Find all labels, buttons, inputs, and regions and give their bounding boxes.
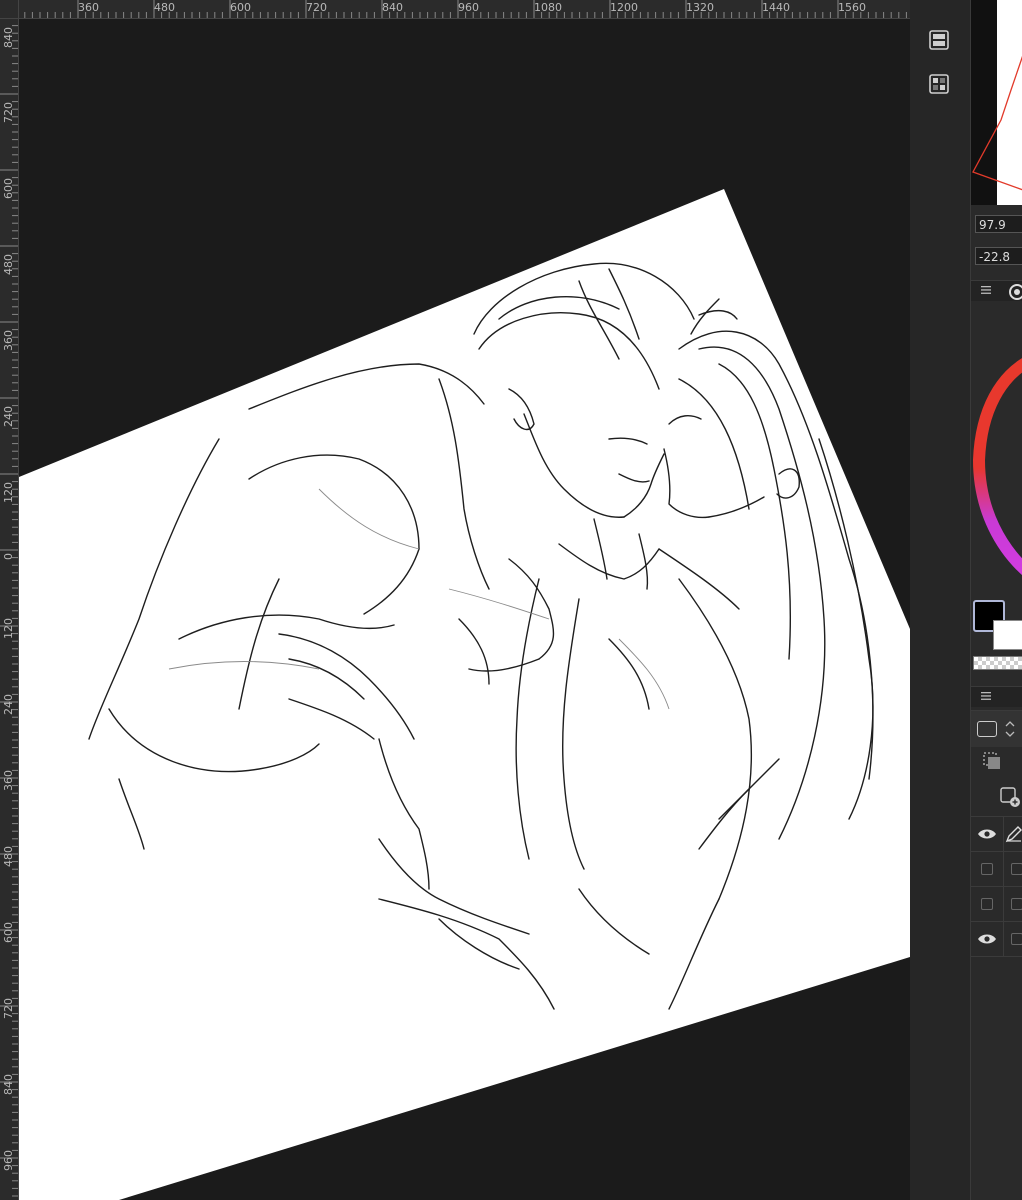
ruler-left-label: 720 <box>2 998 15 1019</box>
layer-row[interactable] <box>971 851 1022 886</box>
hamburger-icon[interactable] <box>981 691 991 701</box>
layer-visibility-checkbox[interactable] <box>981 898 993 910</box>
ruler-top-label: 720 <box>306 1 327 14</box>
ruler-top-label: 960 <box>458 1 479 14</box>
ruler-left-label: 120 <box>2 482 15 503</box>
layer-edit-checkbox[interactable] <box>1011 863 1022 875</box>
ruler-top-label: 1200 <box>610 1 638 14</box>
ruler-left-label: 480 <box>2 846 15 867</box>
navigator-view-frame[interactable] <box>971 0 1022 205</box>
hamburger-icon[interactable] <box>981 285 991 295</box>
ruler-left-label: 840 <box>2 27 15 48</box>
layer-row-divider <box>1003 922 1004 956</box>
layer-row[interactable] <box>971 921 1022 957</box>
navigator-panel[interactable] <box>971 0 1022 205</box>
ruler-left-label: 960 <box>2 1150 15 1171</box>
film-strip-icon[interactable] <box>927 28 951 52</box>
eye-icon[interactable] <box>977 932 997 946</box>
ruler-left-label: 360 <box>2 770 15 791</box>
eye-icon[interactable] <box>977 827 997 841</box>
layer-mode-box-icon[interactable] <box>977 721 997 737</box>
layer-panel-header <box>971 686 1022 707</box>
layer-row-divider <box>1003 817 1004 851</box>
right-panel: 97.9 -22.8 <box>970 0 1022 1200</box>
ruler-left-label: 240 <box>2 694 15 715</box>
ruler-left-label: 120 <box>2 618 15 639</box>
layer-clip-icon[interactable] <box>983 752 1001 770</box>
ruler-left-label: 0 <box>2 553 15 560</box>
rotation-field[interactable]: -22.8 <box>975 247 1022 265</box>
angle-field[interactable]: 97.9 <box>975 215 1022 233</box>
ruler-left-label: 480 <box>2 254 15 275</box>
ruler-top-label: 480 <box>154 1 175 14</box>
layer-row[interactable] <box>971 816 1022 851</box>
layer-edit-checkbox[interactable] <box>1011 898 1022 910</box>
color-wheel-tab-icon[interactable] <box>1005 281 1022 301</box>
ruler-top-label: 840 <box>382 1 403 14</box>
ruler-left-label: 360 <box>2 330 15 351</box>
chevron-updown-icon[interactable] <box>1003 717 1017 741</box>
ruler-left: 840 720 600 480 360 240 120 0 120 240 36… <box>0 18 19 1200</box>
ruler-top: 360 480 600 720 840 960 1080 1200 1320 1… <box>0 0 910 19</box>
ruler-top-label: 600 <box>230 1 251 14</box>
side-toolstrip <box>910 0 970 1200</box>
sub-color-swatch[interactable] <box>993 620 1022 650</box>
transparent-color-swatch[interactable] <box>973 656 1022 670</box>
ruler-top-label: 1560 <box>838 1 866 14</box>
color-wheel[interactable] <box>971 300 1022 600</box>
ruler-corner <box>0 0 19 19</box>
ruler-left-label: 240 <box>2 406 15 427</box>
ruler-top-label: 360 <box>78 1 99 14</box>
layer-visibility-checkbox[interactable] <box>981 863 993 875</box>
layer-edit-checkbox[interactable] <box>1011 933 1022 945</box>
layer-row-divider <box>1003 887 1004 921</box>
new-layer-icon[interactable] <box>999 786 1021 808</box>
layer-row[interactable] <box>971 886 1022 921</box>
blend-mode-row[interactable] <box>971 710 1022 747</box>
rotated-canvas[interactable] <box>19 19 910 1200</box>
ruler-top-label: 1440 <box>762 1 790 14</box>
ruler-left-label: 600 <box>2 178 15 199</box>
color-panel-header <box>971 280 1022 301</box>
canvas-paper[interactable] <box>19 189 910 1200</box>
layer-row-divider <box>1003 852 1004 886</box>
ruler-top-label: 1080 <box>534 1 562 14</box>
ruler-left-label: 720 <box>2 102 15 123</box>
ruler-left-label: 600 <box>2 922 15 943</box>
ruler-top-label: 1320 <box>686 1 714 14</box>
canvas-area[interactable] <box>19 19 910 1200</box>
pen-icon <box>1005 826 1022 843</box>
grid-panel-icon[interactable] <box>927 72 951 96</box>
ruler-left-label: 840 <box>2 1074 15 1095</box>
